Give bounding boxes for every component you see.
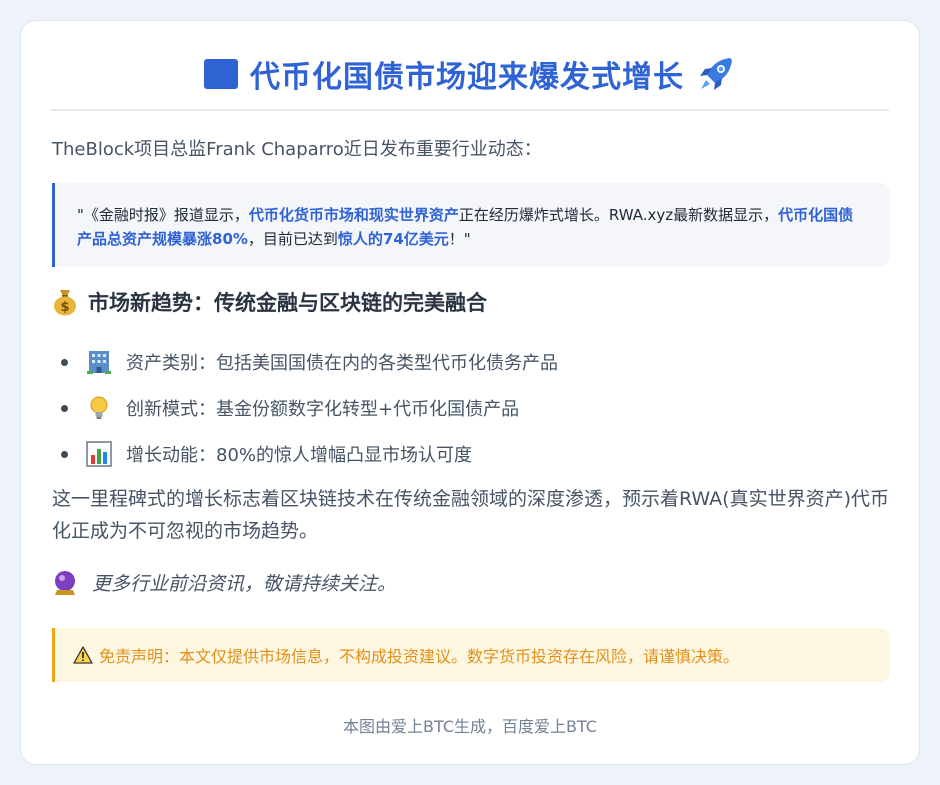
list-item-label: 增长动能：80%的惊人增幅凸显市场认可度 (126, 445, 473, 466)
quote-highlight: 惊人的74亿美元 (337, 230, 449, 248)
bullet-dot (61, 404, 68, 412)
page-title: 代币化国债市场迎来爆发式增长 (250, 60, 684, 95)
list-item: 资产类别：包括美国国债在内的各类型代币化债务产品 (61, 339, 558, 385)
list-item-label: 创新模式：基金份额数字化转型+代币化国债产品 (126, 399, 520, 420)
rocket-icon (700, 58, 732, 90)
quote-fragment: 正在经历爆炸式增长。RWA.xyz最新数据显示， (458, 206, 779, 224)
bullet-dot (61, 358, 68, 366)
intro-text: TheBlock项目总监Frank Chaparro近日发布重要行业动态： (52, 139, 542, 160)
office-building-icon (87, 351, 111, 374)
disclaimer-box: 免责声明：本文仅提供市场信息，不构成投资建议。数字货币投资存在风险，请谨慎决策。 (52, 628, 890, 682)
bullet-dot (61, 450, 68, 458)
quote-text: "《金融时报》报道显示，代币化货币市场和现实世界资产正在经历爆炸式增长。RWA.… (77, 206, 853, 248)
bar-chart-icon (86, 441, 112, 467)
svg-text:$: $ (60, 300, 69, 315)
quote-fragment: ，目前已达到 (247, 230, 338, 248)
quote-highlight: 代币化货币市场和现实世界资产 (248, 206, 459, 224)
more-news-line: 更多行业前沿资讯，敬请持续关注。 (52, 569, 396, 596)
disclaimer-text: 免责声明：本文仅提供市场信息，不构成投资建议。数字货币投资存在风险，请谨慎决策。 (99, 647, 740, 666)
trend-list: 资产类别：包括美国国债在内的各类型代币化债务产品 创新模式：基金份额数字化转型+… (61, 339, 558, 477)
title-row: 代币化国债市场迎来爆发式增长 (51, 53, 889, 111)
section-title: 市场新趋势：传统金融与区块链的完美融合 (88, 291, 487, 315)
more-news-text: 更多行业前沿资讯，敬请持续关注。 (92, 573, 397, 595)
money-bag-icon: $ (54, 290, 76, 316)
quote-fragment: ！" (448, 230, 471, 248)
light-bulb-icon (90, 396, 108, 419)
blue-square-icon (204, 59, 238, 89)
warning-icon (73, 646, 93, 664)
section-heading: $ 市场新趋势：传统金融与区块链的完美融合 (52, 287, 487, 317)
crystal-ball-icon (55, 570, 75, 595)
article-card: 代币化国债市场迎来爆发式增长 TheBlock项目总监Frank Chaparr… (20, 20, 920, 765)
quote-fragment: "《金融时报》报道显示， (77, 206, 249, 224)
list-item-label: 资产类别：包括美国国债在内的各类型代币化债务产品 (126, 353, 558, 374)
list-item: 增长动能：80%的惊人增幅凸显市场认可度 (61, 431, 558, 477)
summary-paragraph: 这一里程碑式的增长标志着区块链技术在传统金融领域的深度渗透，预示着RWA(真实世… (52, 488, 890, 542)
list-item: 创新模式：基金份额数字化转型+代币化国债产品 (61, 385, 558, 431)
footer-credit: 本图由爱上BTC生成，百度爱上BTC (343, 717, 597, 736)
quote-block: "《金融时报》报道显示，代币化货币市场和现实世界资产正在经历爆炸式增长。RWA.… (52, 183, 890, 267)
